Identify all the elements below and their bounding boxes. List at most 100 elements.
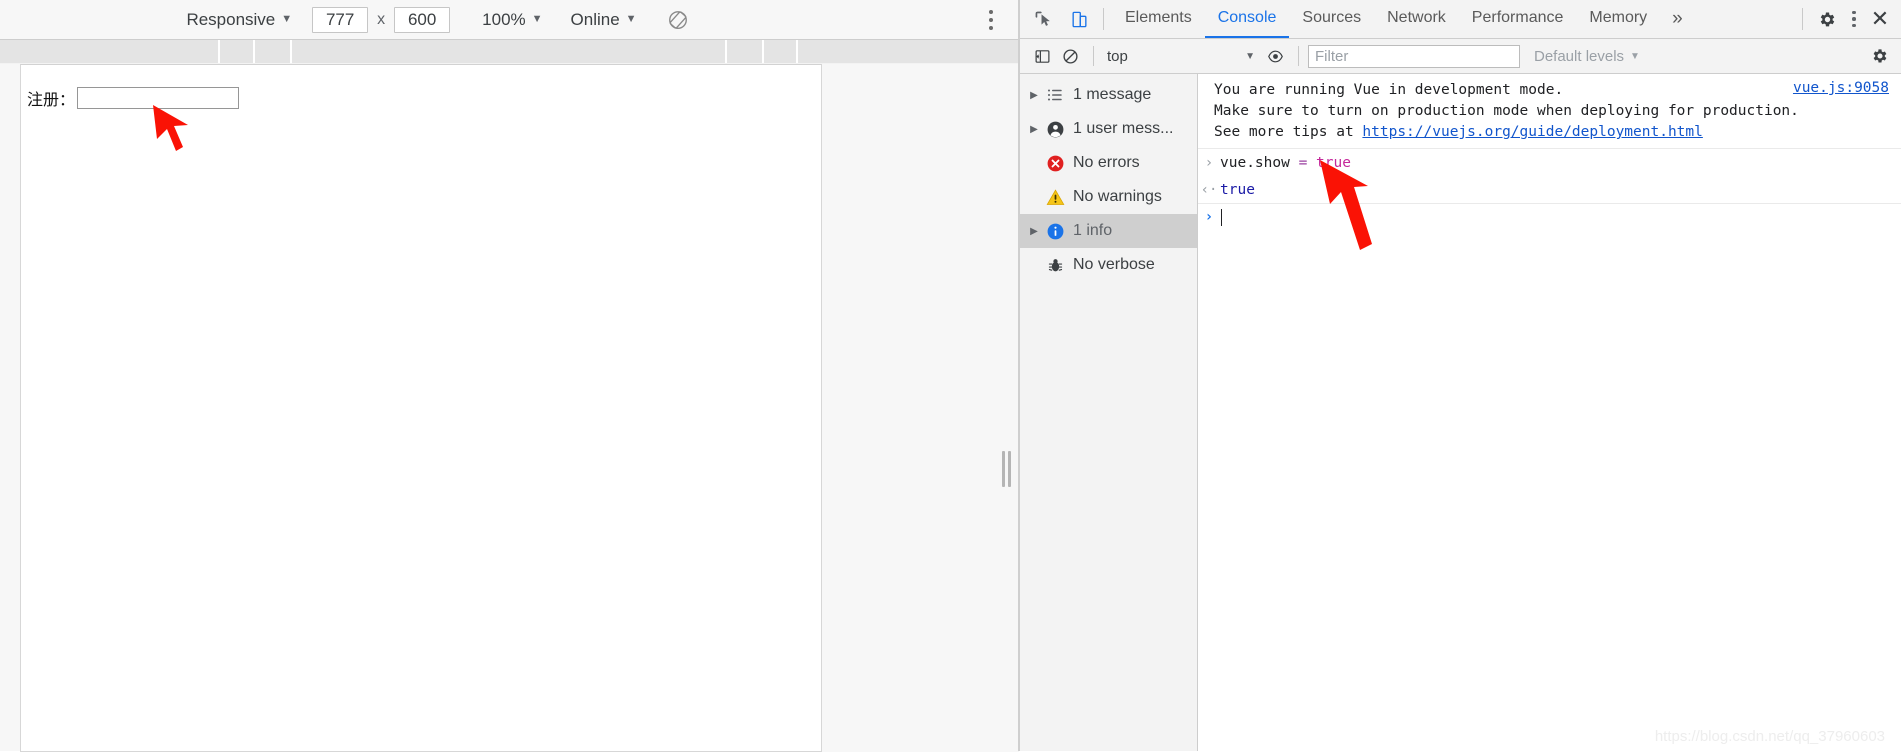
console-filter-input[interactable] bbox=[1308, 44, 1520, 68]
user-icon bbox=[1042, 120, 1068, 139]
sidebar-item-user-messages[interactable]: ▶ 1 user mess... bbox=[1020, 112, 1197, 146]
tab-label: Memory bbox=[1589, 9, 1648, 26]
ruler-tick bbox=[290, 40, 292, 63]
device-toolbar: Responsive ▼ 777 x 600 100% ▼ Online ▼ bbox=[0, 0, 1019, 40]
device-preset-select[interactable]: Responsive ▼ bbox=[180, 8, 298, 32]
sidebar-item-messages[interactable]: ▶ 1 message bbox=[1020, 78, 1197, 112]
command-operator: = bbox=[1289, 155, 1317, 171]
chevron-right-icon[interactable]: ▶ bbox=[1026, 90, 1042, 101]
sidebar-item-warnings[interactable]: No warnings bbox=[1020, 180, 1197, 214]
tab-network[interactable]: Network bbox=[1374, 0, 1459, 38]
registration-input[interactable] bbox=[77, 87, 240, 109]
execution-context-select[interactable]: top ▼ bbox=[1103, 48, 1261, 65]
tab-elements[interactable]: Elements bbox=[1112, 0, 1205, 38]
more-tabs-icon[interactable]: » bbox=[1660, 0, 1695, 38]
chevron-down-icon: ▼ bbox=[625, 13, 637, 25]
throttling-label: Online bbox=[570, 9, 620, 29]
zoom-label: 100% bbox=[482, 9, 526, 29]
ruler-tick bbox=[253, 40, 255, 63]
devtools-tabs: Elements Console Sources Network Perform… bbox=[1112, 0, 1695, 38]
command-expression: vue.show bbox=[1220, 155, 1290, 171]
toggle-device-toolbar-icon[interactable] bbox=[1065, 5, 1093, 33]
dimension-separator: x bbox=[377, 10, 386, 28]
sidebar-item-verbose[interactable]: No verbose bbox=[1020, 248, 1197, 282]
result-value: true bbox=[1220, 182, 1255, 198]
viewport-ruler bbox=[0, 40, 1019, 64]
viewport-width-value: 777 bbox=[325, 9, 355, 29]
console-toolbar: top ▼ Default levels ▼ bbox=[1020, 39, 1901, 74]
device-toolbar-menu-button[interactable] bbox=[981, 7, 1001, 33]
registration-label: 注册： bbox=[27, 90, 76, 109]
tab-label: Sources bbox=[1302, 9, 1362, 26]
log-levels-select[interactable]: Default levels ▼ bbox=[1534, 48, 1640, 65]
command-value: true bbox=[1316, 155, 1351, 171]
emulated-viewport: 注册： bbox=[0, 64, 1019, 752]
result-chevron-icon: ‹· bbox=[1200, 182, 1218, 198]
devtools-main-menu-button[interactable] bbox=[1843, 6, 1865, 32]
chevron-right-icon[interactable]: ▶ bbox=[1026, 124, 1042, 135]
panel-splitter bbox=[1018, 0, 1019, 751]
console-result-row[interactable]: ‹· true bbox=[1198, 177, 1901, 204]
panel-resize-handle[interactable] bbox=[1001, 449, 1011, 489]
ruler-tick bbox=[725, 40, 727, 63]
sidebar-item-label: No errors bbox=[1073, 154, 1140, 171]
chevron-down-icon: ▼ bbox=[1245, 50, 1255, 62]
ruler-tick bbox=[218, 40, 220, 63]
throttling-select[interactable]: Online ▼ bbox=[565, 8, 643, 32]
tab-memory[interactable]: Memory bbox=[1576, 0, 1660, 38]
console-sidebar-toggle-icon[interactable] bbox=[1028, 43, 1056, 69]
tab-performance[interactable]: Performance bbox=[1459, 0, 1577, 38]
rotate-device-icon[interactable] bbox=[665, 7, 691, 33]
device-emulation-pane: Responsive ▼ 777 x 600 100% ▼ Online ▼ 注… bbox=[0, 0, 1019, 752]
tab-console[interactable]: Console bbox=[1204, 0, 1290, 38]
chevron-down-icon: ▼ bbox=[1630, 50, 1640, 62]
chevron-down-icon: ▼ bbox=[531, 13, 543, 25]
sidebar-item-label: 1 message bbox=[1073, 86, 1152, 103]
viewport-height-value: 600 bbox=[407, 9, 437, 29]
clear-console-icon[interactable] bbox=[1056, 43, 1084, 69]
tab-sources[interactable]: Sources bbox=[1289, 0, 1374, 38]
viewport-width-input[interactable]: 777 bbox=[312, 6, 369, 33]
sidebar-item-info[interactable]: ▶ 1 info bbox=[1020, 214, 1197, 248]
live-expression-icon[interactable] bbox=[1261, 43, 1289, 69]
command-chevron-icon: › bbox=[1204, 155, 1214, 171]
device-preset-label: Responsive bbox=[186, 9, 276, 29]
console-sidebar: ▶ 1 message ▶ 1 user mess... No errors N… bbox=[1020, 74, 1198, 751]
list-icon bbox=[1042, 86, 1068, 104]
inspect-element-icon[interactable] bbox=[1029, 5, 1057, 33]
page-frame: 注册： bbox=[20, 64, 822, 752]
console-body: ▶ 1 message ▶ 1 user mess... No errors N… bbox=[1020, 74, 1901, 751]
watermark-text: https://blog.csdn.net/qq_37960603 bbox=[1654, 728, 1885, 745]
warning-icon bbox=[1042, 188, 1068, 207]
error-icon bbox=[1042, 154, 1068, 173]
console-command-row[interactable]: › vue.show = true bbox=[1198, 149, 1901, 177]
tab-label: Console bbox=[1217, 9, 1277, 26]
message-source-link[interactable]: vue.js:9058 bbox=[1793, 80, 1889, 96]
sidebar-item-label: No warnings bbox=[1073, 188, 1162, 205]
prompt-chevron-icon: › bbox=[1204, 209, 1214, 225]
sidebar-item-label: 1 user mess... bbox=[1073, 120, 1174, 137]
message-line-3-text: See more tips at bbox=[1214, 124, 1363, 140]
console-message-list: You are running Vue in development mode.… bbox=[1198, 74, 1901, 751]
console-message-info[interactable]: You are running Vue in development mode.… bbox=[1198, 74, 1901, 149]
devtools-panel: Elements Console Sources Network Perform… bbox=[1019, 0, 1901, 751]
vue-deployment-link[interactable]: https://vuejs.org/guide/deployment.html bbox=[1362, 124, 1702, 140]
tab-label: Elements bbox=[1125, 9, 1192, 26]
console-settings-gear-icon[interactable] bbox=[1866, 43, 1894, 69]
devtools-tabbar: Elements Console Sources Network Perform… bbox=[1020, 0, 1901, 39]
registration-form-row: 注册： bbox=[27, 86, 240, 110]
message-line-2: Make sure to turn on production mode whe… bbox=[1214, 103, 1799, 119]
zoom-select[interactable]: 100% ▼ bbox=[476, 8, 548, 32]
sidebar-item-errors[interactable]: No errors bbox=[1020, 146, 1197, 180]
sidebar-item-label: No verbose bbox=[1073, 256, 1155, 273]
gear-icon[interactable] bbox=[1813, 5, 1841, 33]
message-line-3: See more tips at https://vuejs.org/guide… bbox=[1198, 122, 1901, 143]
viewport-height-input[interactable]: 600 bbox=[394, 6, 451, 33]
log-levels-label: Default levels bbox=[1534, 47, 1625, 65]
tab-label: Network bbox=[1387, 9, 1446, 26]
console-prompt-row[interactable]: › bbox=[1198, 204, 1901, 230]
close-icon[interactable]: ✕ bbox=[1867, 6, 1893, 32]
devtools-window: Responsive ▼ 777 x 600 100% ▼ Online ▼ 注… bbox=[0, 0, 1901, 752]
chevron-right-icon[interactable]: ▶ bbox=[1026, 226, 1042, 237]
info-icon bbox=[1042, 222, 1068, 241]
